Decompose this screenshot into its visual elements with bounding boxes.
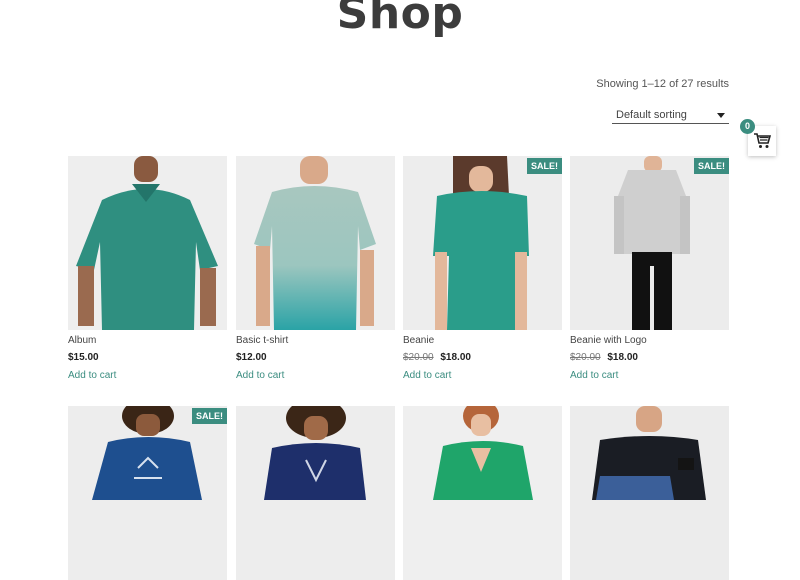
product-price: $12.00 [236,352,267,363]
product-card[interactable] [403,406,562,580]
product-photo [236,406,395,580]
product-image[interactable] [236,406,395,580]
product-title[interactable]: Album [68,334,227,348]
product-card[interactable]: SALE! [68,406,227,580]
product-price: $18.00 [607,352,638,363]
product-photo [68,156,227,330]
cart-icon [754,133,771,148]
product-title[interactable]: Beanie [403,334,562,348]
product-card[interactable] [236,406,395,580]
product-photo [403,406,562,580]
product-card[interactable]: Basic t-shirt $12.00 Add to cart [236,156,395,383]
sale-badge: SALE! [527,158,562,174]
add-to-cart-button[interactable]: Add to cart [236,370,284,381]
product-image[interactable] [403,406,562,580]
product-old-price: $20.00 [570,352,601,363]
add-to-cart-button[interactable]: Add to cart [403,370,451,381]
product-card[interactable]: Album $15.00 Add to cart [68,156,227,383]
product-card[interactable]: SALE! Beanie $20.00 $18.00 Add to cart [403,156,562,383]
product-price: $15.00 [68,352,99,363]
product-photo [403,156,562,330]
page-title: Shop [336,0,464,39]
product-photo [570,156,729,330]
product-price: $18.00 [440,352,471,363]
cart-button[interactable]: 0 [740,119,776,156]
product-image[interactable] [570,406,729,580]
product-price-row: $20.00 $18.00 [570,351,729,365]
product-old-price: $20.00 [403,352,434,363]
product-photo [236,156,395,330]
add-to-cart-button[interactable]: Add to cart [68,370,116,381]
cart-count-badge: 0 [740,119,755,134]
product-photo [68,406,227,580]
product-image[interactable]: SALE! [68,406,227,580]
product-image[interactable] [68,156,227,330]
product-card[interactable]: SALE! Beanie with Logo $20.00 $18.00 Add… [570,156,729,383]
product-image[interactable]: SALE! [403,156,562,330]
product-image[interactable]: SALE! [570,156,729,330]
product-price-row: $12.00 [236,351,395,365]
caret-down-icon [717,113,725,118]
product-photo [570,406,729,580]
product-title[interactable]: Basic t-shirt [236,334,395,348]
sort-selected-label: Default sorting [616,109,687,121]
product-card[interactable] [570,406,729,580]
product-image[interactable] [236,156,395,330]
result-count: Showing 1–12 of 27 results [596,78,729,90]
product-price-row: $20.00 $18.00 [403,351,562,365]
add-to-cart-button[interactable]: Add to cart [570,370,618,381]
product-title[interactable]: Beanie with Logo [570,334,729,348]
sale-badge: SALE! [694,158,729,174]
sort-select[interactable]: Default sorting [612,106,729,124]
sale-badge: SALE! [192,408,227,424]
product-price-row: $15.00 [68,351,227,365]
